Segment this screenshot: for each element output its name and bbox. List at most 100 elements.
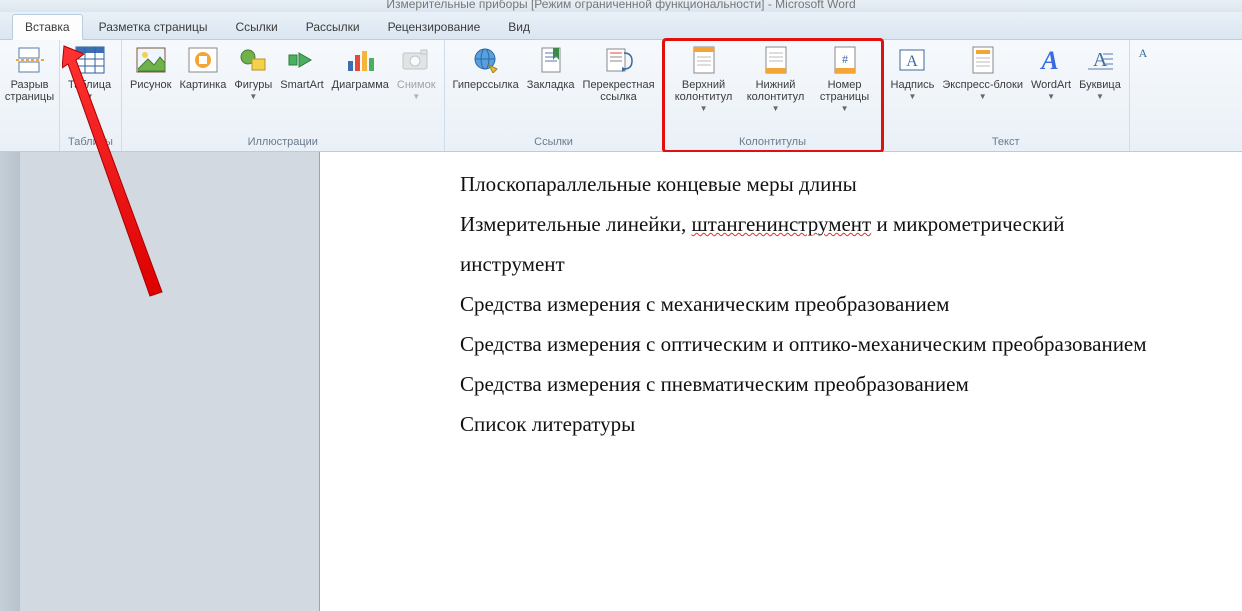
quickparts-button[interactable]: Экспресс-блоки ▼ <box>938 42 1027 103</box>
bookmark-label: Закладка <box>527 79 575 91</box>
group-illustrations: Рисунок Картинка Фигуры ▼ SmartArt <box>122 40 445 151</box>
hyperlink-icon <box>470 44 502 76</box>
dropdown-icon: ▼ <box>841 103 849 115</box>
left-margin-gutter <box>0 152 320 611</box>
doc-line: Измерительные линейки, <box>460 212 691 236</box>
picture-button[interactable]: Рисунок <box>126 42 176 91</box>
doc-line: Средства измерения с пневматическим прео… <box>460 372 969 396</box>
doc-line: Средства измерения с механическим преобр… <box>460 292 949 316</box>
shapes-icon <box>237 44 269 76</box>
svg-text:#: # <box>842 52 848 66</box>
group-pages-label <box>4 146 55 151</box>
header-icon <box>688 44 720 76</box>
doc-line: Список литературы <box>460 412 635 436</box>
hyperlink-button[interactable]: Гиперссылка <box>449 42 523 91</box>
dropdown-icon: ▼ <box>412 91 420 103</box>
tab-view[interactable]: Вид <box>496 15 542 39</box>
doc-line: Плоскопараллельные концевые меры длины <box>460 172 857 196</box>
wordart-button[interactable]: A WordArt ▼ <box>1027 42 1075 103</box>
wordart-label: WordArt <box>1031 79 1071 91</box>
group-tables: Таблица ▼ Таблицы <box>60 40 122 151</box>
tab-page-layout[interactable]: Разметка страницы <box>87 15 220 39</box>
dropdown-icon: ▼ <box>1096 91 1104 103</box>
screenshot-icon <box>400 44 432 76</box>
crossref-icon <box>603 44 635 76</box>
shapes-button[interactable]: Фигуры ▼ <box>230 42 276 103</box>
chart-icon <box>344 44 376 76</box>
dropdown-icon: ▼ <box>86 91 94 103</box>
table-button[interactable]: Таблица ▼ <box>64 42 115 103</box>
overflow-button[interactable]: A <box>1134 42 1152 65</box>
crossref-label: Перекрестная ссылка <box>583 79 655 103</box>
tab-review[interactable]: Рецензирование <box>376 15 493 39</box>
bookmark-icon <box>535 44 567 76</box>
chart-button[interactable]: Диаграмма <box>328 42 393 91</box>
svg-text:A: A <box>1138 46 1147 59</box>
group-illustrations-label: Иллюстрации <box>126 134 440 151</box>
doc-spellerror: штангенинструмент <box>691 212 871 236</box>
dropcap-button[interactable]: A Буквица ▼ <box>1075 42 1125 103</box>
document-text: Плоскопараллельные концевые меры длины И… <box>460 164 1222 444</box>
doc-line: инструмент <box>460 252 565 276</box>
ribbon-tabs: Вставка Разметка страницы Ссылки Рассылк… <box>0 12 1242 40</box>
group-hf-label: Колонтитулы <box>668 134 878 151</box>
group-links-label: Ссылки <box>449 134 659 151</box>
window-title: Измерительные приборы [Режим ограниченно… <box>0 0 1242 12</box>
screenshot-label: Снимок <box>397 79 436 91</box>
page-number-label: Номер страницы <box>820 79 869 103</box>
clipart-label: Картинка <box>180 79 227 91</box>
doc-line: и микрометрический <box>871 212 1064 236</box>
bookmark-button[interactable]: Закладка <box>523 42 579 91</box>
dropdown-icon: ▼ <box>700 103 708 115</box>
smartart-label: SmartArt <box>280 79 323 91</box>
textbox-label: Надпись <box>891 79 935 91</box>
chart-label: Диаграмма <box>332 79 389 91</box>
table-icon <box>74 44 106 76</box>
shapes-label: Фигуры <box>234 79 272 91</box>
tab-mailings[interactable]: Рассылки <box>294 15 372 39</box>
page-break-button[interactable]: Разрыв страницы <box>4 42 55 103</box>
dropdown-icon: ▼ <box>249 91 257 103</box>
tab-insert[interactable]: Вставка <box>12 14 83 40</box>
overflow-icon: A <box>1135 44 1151 60</box>
svg-text:A: A <box>1039 46 1058 74</box>
dropdown-icon: ▼ <box>979 91 987 103</box>
ribbon: Разрыв страницы Таблица ▼ Таблицы Рисуно… <box>0 40 1242 152</box>
svg-text:A: A <box>907 53 919 70</box>
group-text: A Надпись ▼ Экспресс-блоки ▼ A WordArt ▼ <box>883 40 1130 151</box>
group-overflow: A <box>1130 40 1152 151</box>
crossref-button[interactable]: Перекрестная ссылка <box>579 42 659 103</box>
smartart-button[interactable]: SmartArt <box>276 42 327 91</box>
footer-button[interactable]: Нижний колонтитул ▼ <box>740 42 812 115</box>
group-pages: Разрыв страницы <box>0 40 60 151</box>
header-button[interactable]: Верхний колонтитул ▼ <box>668 42 740 115</box>
picture-label: Рисунок <box>130 79 172 91</box>
dropdown-icon: ▼ <box>908 91 916 103</box>
group-text-label: Текст <box>887 134 1125 151</box>
dropdown-icon: ▼ <box>772 103 780 115</box>
document-page[interactable]: Плоскопараллельные концевые меры длины И… <box>320 152 1242 611</box>
dropcap-icon: A <box>1084 44 1116 76</box>
svg-text:A: A <box>1093 49 1108 71</box>
group-overflow-label <box>1134 146 1148 151</box>
page-break-icon <box>14 44 46 76</box>
document-area: Плоскопараллельные концевые меры длины И… <box>0 152 1242 611</box>
wordart-icon: A <box>1035 44 1067 76</box>
smartart-icon <box>286 44 318 76</box>
textbox-button[interactable]: A Надпись ▼ <box>887 42 939 103</box>
textbox-icon: A <box>896 44 928 76</box>
quickparts-label: Экспресс-блоки <box>942 79 1023 91</box>
group-tables-label: Таблицы <box>64 134 117 151</box>
header-label: Верхний колонтитул <box>675 79 733 103</box>
hyperlink-label: Гиперссылка <box>453 79 519 91</box>
dropdown-icon: ▼ <box>1047 91 1055 103</box>
clipart-button[interactable]: Картинка <box>176 42 231 91</box>
clipart-icon <box>187 44 219 76</box>
tab-references[interactable]: Ссылки <box>223 15 289 39</box>
footer-label: Нижний колонтитул <box>747 79 805 103</box>
screenshot-button: Снимок ▼ <box>393 42 440 103</box>
page-number-button[interactable]: # Номер страницы ▼ <box>812 42 878 115</box>
page-number-icon: # <box>829 44 861 76</box>
quickparts-icon <box>967 44 999 76</box>
picture-icon <box>135 44 167 76</box>
